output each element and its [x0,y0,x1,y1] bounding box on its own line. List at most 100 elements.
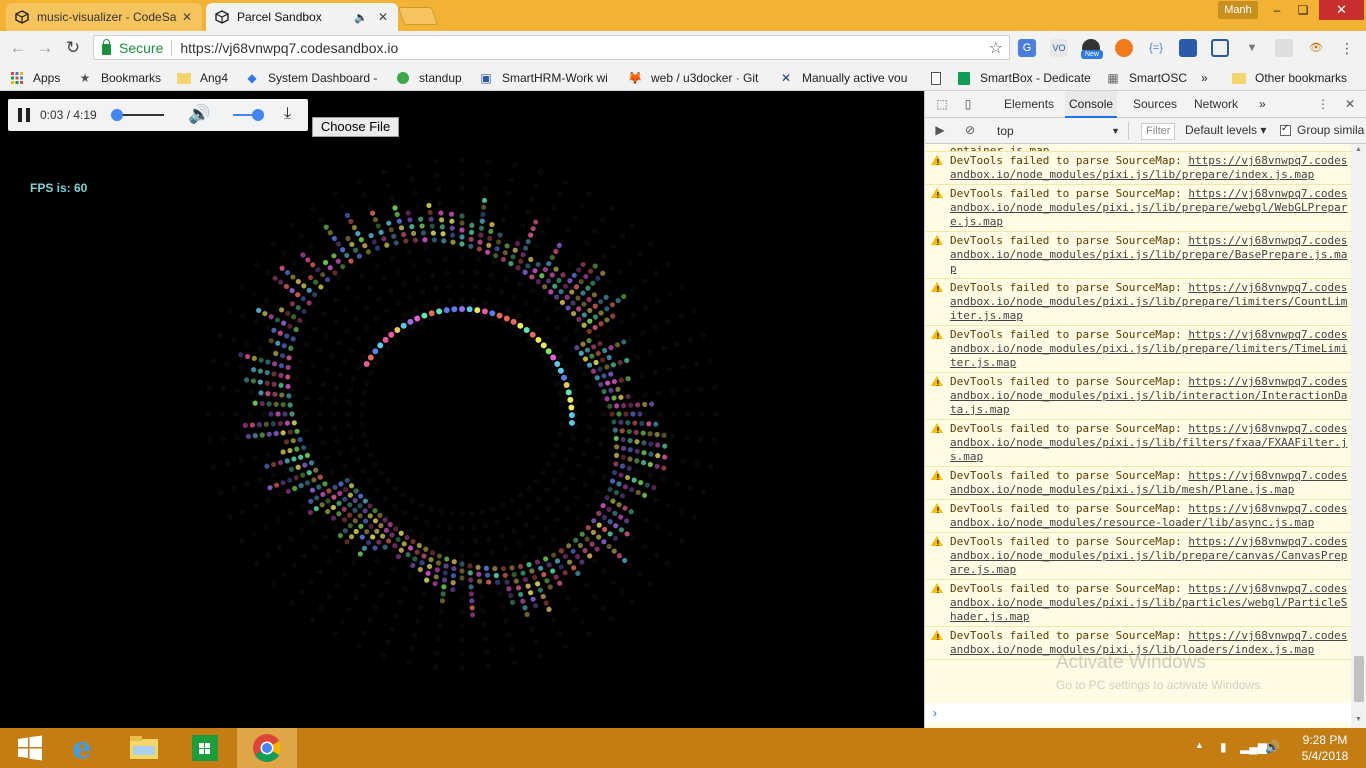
visualizer-dot [546,562,552,568]
visualizer-dot [428,310,435,317]
tab-console[interactable]: Console [1065,91,1118,118]
visualizer-dot [287,402,293,408]
visualizer-dot [318,284,324,290]
visualizer-dot [459,306,465,312]
volume-knob[interactable] [252,109,264,121]
eye-extension-icon[interactable]: 👁 [1307,39,1325,57]
visualizer-dot [331,411,337,417]
inspect-element-icon[interactable]: ⬚ [935,97,949,111]
system-clock[interactable]: 9:28 PM 5/4/2018 [1290,732,1360,764]
chrome-menu-icon[interactable]: ⋮ [1338,39,1356,57]
context-selector[interactable]: top ▼ [989,122,1129,140]
close-window-button[interactable]: ✕ [1319,0,1364,20]
visualizer-dot [637,572,643,578]
choose-file-button[interactable]: Choose File [312,117,399,137]
show-sidebar-icon[interactable]: ▶ [933,123,947,137]
bookmark-smartosc[interactable]: ▦ SmartOSC [1106,69,1187,87]
scroll-up-arrow[interactable]: ▲ [1355,146,1362,153]
bookmark-system-dashboard[interactable]: ◆ System Dashboard - [245,69,385,87]
battery-icon[interactable]: ▮ [1220,740,1227,754]
bookmark-bookmarks[interactable]: ★ Bookmarks [78,69,161,87]
tab-sources[interactable]: Sources [1129,91,1181,118]
bookmark-apps[interactable]: Apps [10,69,60,87]
bookmark-doc[interactable] [929,69,952,87]
bookmark-voucher[interactable]: ✕ Manually active vou [779,69,916,87]
back-button[interactable]: ← [7,37,29,59]
devtools-menu-icon[interactable]: ⋮ [1316,97,1330,111]
console-filter-input[interactable]: Filter [1141,123,1175,140]
visualizer-dot [385,639,391,645]
bookmark-extension-icon[interactable] [1179,39,1197,57]
translate-extension-icon[interactable]: G [1018,39,1036,57]
bookmark-ang4[interactable]: Ang4 [177,69,228,87]
bookmark-standup[interactable]: standup [396,69,462,87]
basketball-extension-icon[interactable] [1115,39,1133,57]
clear-console-icon[interactable]: ⊘ [963,123,977,137]
tab-music-visualizer[interactable]: music-visualizer - CodeSa ✕ [6,3,202,31]
close-devtools-icon[interactable]: ✕ [1343,97,1357,111]
store-icon[interactable] [175,728,235,768]
url-text[interactable]: https://vj68vnwpq7.codesandbox.io [180,40,398,56]
console-prompt[interactable]: › [925,703,1351,723]
audio-playing-icon[interactable]: 🔈 [354,11,368,24]
bookmark-star-icon[interactable]: ☆ [989,38,1003,58]
console-scrollbar[interactable]: ▲ ▼ [1351,144,1366,728]
address-bar[interactable]: Secure https://vj68vnwpq7.codesandbox.io… [93,35,1010,60]
visualizer-dot [392,543,398,549]
vue-extension-icon[interactable]: ▼ [1243,39,1261,57]
new-tab-button[interactable] [397,7,439,25]
tab-elements[interactable]: Elements [1000,91,1058,118]
download-icon[interactable]: ⤓ [284,105,291,123]
pause-button[interactable] [18,108,31,122]
tab-network[interactable]: Network [1190,91,1242,118]
forward-button[interactable]: → [34,37,56,59]
visualizer-dot [661,432,667,438]
visualizer-dot [205,411,211,417]
more-tabs-chevron[interactable]: » [1255,91,1270,118]
close-tab-icon[interactable]: ✕ [376,10,390,24]
speaker-icon[interactable]: 🔊 [1265,740,1280,754]
console-warning: DevTools failed to parse SourceMap: http… [925,373,1351,420]
visualizer-dot [289,287,295,294]
json-extension-icon[interactable]: {=} [1147,39,1165,57]
bookmark-gitlab[interactable]: 🦊 web / u3docker · Git [628,69,765,87]
close-tab-icon[interactable]: ✕ [180,10,194,24]
network-signal-icon[interactable]: ▂▄▆ [1240,740,1267,754]
visualizer-dot [405,552,411,558]
vocab-extension-icon[interactable]: VO [1050,39,1068,57]
group-similar-checkbox[interactable]: Group simila [1280,123,1364,137]
seek-knob[interactable] [110,109,123,121]
chrome-icon[interactable] [237,728,297,768]
bookmark-other-bookmarks[interactable]: Other bookmarks [1232,69,1347,87]
visualizer-dot [393,613,399,619]
file-explorer-icon[interactable] [114,728,174,768]
windows-start-icon[interactable] [0,728,60,768]
log-levels-dropdown[interactable]: Default levels ▾ [1185,123,1266,137]
bookmark-smarthrm[interactable]: ▣ SmartHRM-Work wi [479,69,614,87]
checkbox-checked[interactable] [1280,123,1291,136]
visualizer-dot [587,318,593,324]
window-extension-icon[interactable] [1211,39,1229,57]
seek-bar[interactable] [116,114,164,116]
grid-extension-icon[interactable] [1275,39,1293,57]
volume-icon[interactable]: 🔊 [188,104,210,125]
minimize-button[interactable]: – [1264,0,1290,20]
more-bookmarks-chevron[interactable]: » [1201,69,1208,87]
visualizer-dot [486,286,492,292]
maximize-button[interactable]: ❏ [1290,0,1316,20]
reload-button[interactable]: ↻ [62,37,84,59]
visualizer-dot [612,510,618,516]
show-hidden-icons[interactable]: ▲ [1195,740,1204,750]
profile-button[interactable]: Manh [1218,1,1258,19]
ie-icon[interactable]: e [52,728,112,768]
visualizer-dot [540,230,546,236]
visualizer-dot [388,288,394,294]
visualizer-dot [468,584,474,590]
scroll-thumb[interactable] [1354,656,1364,702]
visualizer-dot [567,376,573,382]
bookmark-smartbox[interactable]: SmartBox - Dedicate [957,69,1093,87]
device-toolbar-icon[interactable]: ▯ [961,97,975,111]
visualizer-dot [528,232,534,238]
tab-parcel-sandbox[interactable]: Parcel Sandbox 🔈 ✕ [206,3,398,31]
scroll-down-arrow[interactable]: ▼ [1355,716,1362,723]
